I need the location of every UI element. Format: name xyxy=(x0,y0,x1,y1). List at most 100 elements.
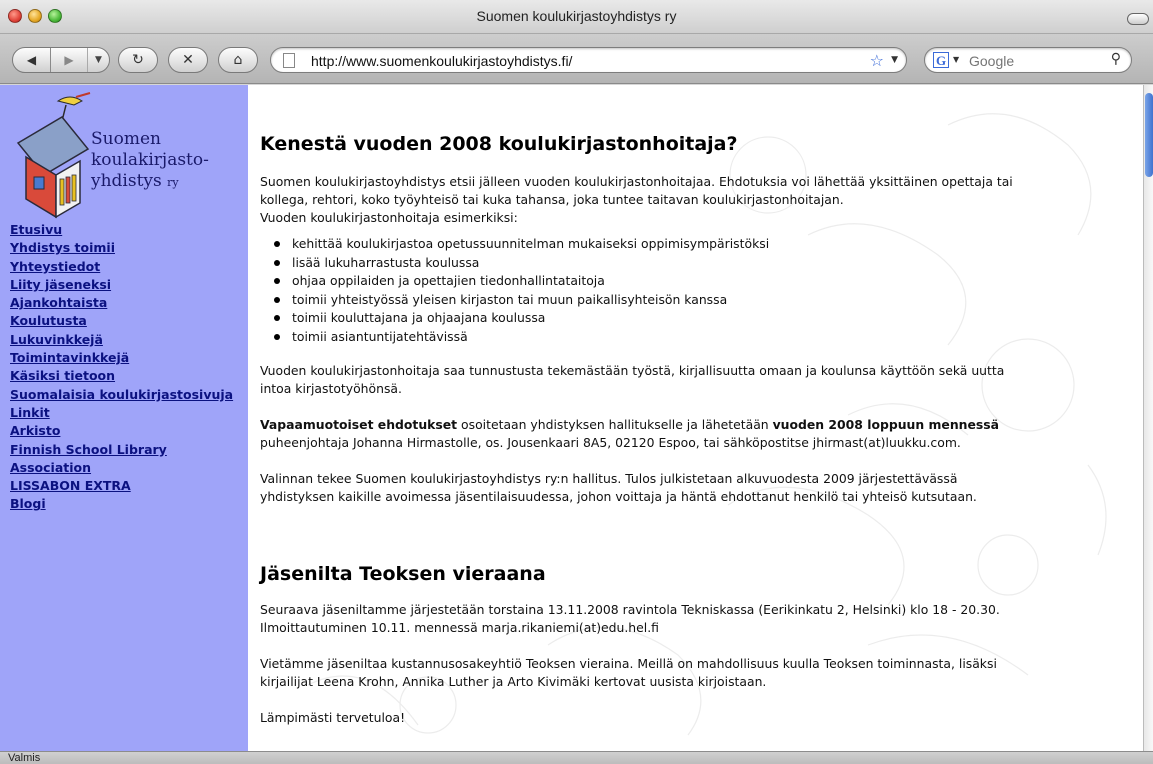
article-jasenilta: Jäsenilta Teoksen vieraana Seuraava jäse… xyxy=(260,563,1130,727)
nav-item: Suomalaisia koulukirjastosivuja xyxy=(10,384,233,402)
paragraph-submissions-line-2: puheenjohtaja Johanna Hirmastolle, os. J… xyxy=(260,435,961,450)
article-heading: Jäsenilta Teoksen vieraana xyxy=(260,563,546,585)
list-item: ohjaa oppilaiden ja opettajien tiedonhal… xyxy=(274,272,1130,291)
forward-arrow-icon: ▶ xyxy=(64,53,74,67)
nav-link-liity-jaseneksi[interactable]: Liity jäseneksi xyxy=(10,277,111,292)
nav-link-kasiksi-tietoon[interactable]: Käsiksi tietoon xyxy=(10,368,115,383)
list-item: toimii kouluttajana ja ohjaajana kouluss… xyxy=(274,309,1130,328)
article-heading: Kenestä vuoden 2008 koulukirjastonhoitaj… xyxy=(260,133,738,155)
nav-link-lukuvinkkeja[interactable]: Lukuvinkkejä xyxy=(10,332,103,347)
nav-item: Arkisto xyxy=(10,420,233,438)
reload-icon: ↻ xyxy=(132,52,144,68)
nav-link-yhdistys-toimii[interactable]: Yhdistys toimii xyxy=(10,240,115,255)
bookmark-star-icon[interactable]: ☆ xyxy=(870,51,884,70)
logo-line-1: Suomen xyxy=(91,129,161,149)
logo-line-3: yhdistys ry xyxy=(91,171,209,193)
nav-item: Linkit xyxy=(10,402,233,420)
window-title: Suomen koulukirjastoyhdistys ry xyxy=(476,8,677,24)
status-bar: Valmis xyxy=(0,751,1153,764)
status-text: Valmis xyxy=(8,752,41,764)
forward-button[interactable]: ▶ xyxy=(51,48,87,72)
main-content: Kenestä vuoden 2008 koulukirjastonhoitaj… xyxy=(248,85,1143,751)
bold-text: vuoden 2008 loppuun mennessä xyxy=(772,417,999,432)
logo-line-3-text: yhdistys xyxy=(91,171,162,191)
history-dropdown-button[interactable]: ▼ xyxy=(87,48,109,72)
paragraph-recognition-line-2: intoa kirjastotyöhönsä. xyxy=(260,381,402,396)
list-item: toimii yhteistyössä yleisen kirjaston ta… xyxy=(274,291,1130,310)
paragraph-event-line-1: Seuraava jäseniltamme järjestetään torst… xyxy=(260,602,1000,617)
browser-toolbar: ◀ ▶ ▼ ↻ ✕ ⌂ ☆ ▼ G ▼ ⚲ xyxy=(0,34,1153,84)
search-bar: G ▼ ⚲ xyxy=(924,47,1132,73)
home-icon: ⌂ xyxy=(233,52,243,68)
nav-link-koulutusta[interactable]: Koulutusta xyxy=(10,313,87,328)
article-intro-line-2: kollega, rehtori, koko työyhteisö tai ku… xyxy=(260,192,844,207)
paragraph-guests-line-2: kirjailijat Leena Krohn, Annika Luther j… xyxy=(260,674,767,689)
nav-item: Blogi xyxy=(10,493,233,511)
article-koulukirjastonhoitaja: Kenestä vuoden 2008 koulukirjastonhoitaj… xyxy=(260,133,1130,506)
bold-text: Vapaamuotoiset ehdotukset xyxy=(260,417,458,432)
paragraph-recognition-line-1: Vuoden koulukirjastonhoitaja saa tunnust… xyxy=(260,363,1005,378)
back-forward-group: ◀ ▶ ▼ xyxy=(12,47,110,73)
list-item: toimii asiantuntijatehtävissä xyxy=(274,328,1130,347)
nav-item: Yhteystiedot xyxy=(10,256,233,274)
home-button[interactable]: ⌂ xyxy=(218,47,258,73)
nav-item: Yhdistys toimii xyxy=(10,237,233,255)
nav-link-linkit[interactable]: Linkit xyxy=(10,405,50,420)
search-engine-dropdown-icon[interactable]: ▼ xyxy=(953,55,959,64)
nav-item: Lukuvinkkejä xyxy=(10,329,233,347)
paragraph-welcome: Lämpimästi tervetuloa! xyxy=(260,710,406,725)
list-item: lisää lukuharrastusta koulussa xyxy=(274,254,1130,273)
nav-link-arkisto[interactable]: Arkisto xyxy=(10,423,60,438)
nav-link-association[interactable]: Association xyxy=(10,460,91,475)
nav-link-yhteystiedot[interactable]: Yhteystiedot xyxy=(10,259,100,274)
paragraph-event-line-2: Ilmoittautuminen 10.11. mennessä marja.r… xyxy=(260,620,659,635)
scrollbar-thumb[interactable] xyxy=(1145,93,1153,177)
site-logo[interactable]: Suomen koulakirjasto- yhdistys ry xyxy=(10,91,240,219)
search-icon[interactable]: ⚲ xyxy=(1111,51,1121,67)
sidebar-nav: Etusivu Yhdistys toimii Yhteystiedot Lii… xyxy=(10,219,233,512)
paragraph-selection-line-2: yhdistyksen kaikille avoimessa jäsentila… xyxy=(260,489,977,504)
nav-item: Etusivu xyxy=(10,219,233,237)
nav-item: Finnish School Library xyxy=(10,439,233,457)
window-titlebar: Suomen koulukirjastoyhdistys ry xyxy=(0,0,1153,34)
stop-button[interactable]: ✕ xyxy=(168,47,208,73)
nav-link-suomalaisia-koulukirjastosivuja[interactable]: Suomalaisia koulukirjastosivuja xyxy=(10,387,233,402)
nav-item: LISSABON EXTRA xyxy=(10,475,233,493)
nav-link-lissabon-extra[interactable]: LISSABON EXTRA xyxy=(10,478,131,493)
search-input[interactable] xyxy=(969,51,1099,70)
url-dropdown-icon[interactable]: ▼ xyxy=(891,55,898,65)
nav-link-ajankohtaista[interactable]: Ajankohtaista xyxy=(10,295,107,310)
back-arrow-icon: ◀ xyxy=(26,53,37,67)
logo-line-2: koulakirjasto- xyxy=(91,150,209,170)
list-item: kehittää koulukirjastoa opetussuunnitelm… xyxy=(274,235,1130,254)
paragraph-submissions-line-1: Vapaamuotoiset ehdotukset osoitetaan yhd… xyxy=(260,416,1130,434)
vertical-scrollbar[interactable] xyxy=(1143,85,1153,751)
criteria-list: kehittää koulukirjastoa opetussuunnitelm… xyxy=(274,235,1130,346)
page-icon xyxy=(283,53,295,68)
nav-item: Ajankohtaista xyxy=(10,292,233,310)
nav-item: Liity jäseneksi xyxy=(10,274,233,292)
paragraph-selection-line-1: Valinnan tekee Suomen koulukirjastoyhdis… xyxy=(260,471,958,486)
back-button[interactable]: ◀ xyxy=(13,48,51,72)
address-bar: ☆ ▼ xyxy=(270,47,907,73)
url-input[interactable] xyxy=(311,51,851,70)
article-intro-line-1: Suomen koulukirjastoyhdistys etsii jälle… xyxy=(260,174,1013,189)
stop-icon: ✕ xyxy=(182,52,194,68)
nav-link-etusivu[interactable]: Etusivu xyxy=(10,222,62,237)
article-intro-line-3: Vuoden koulukirjastonhoitaja esimerkiksi… xyxy=(260,210,518,225)
sidebar: Suomen koulakirjasto- yhdistys ry Etusiv… xyxy=(0,85,248,751)
logo-suffix: ry xyxy=(167,176,179,189)
nav-link-toimintavinkkeja[interactable]: Toimintavinkkejä xyxy=(10,350,129,365)
paragraph-text: osoitetaan yhdistyksen hallitukselle ja … xyxy=(457,417,773,432)
chevron-down-icon: ▼ xyxy=(95,55,102,65)
nav-item: Käsiksi tietoon xyxy=(10,365,233,383)
nav-item: Koulutusta xyxy=(10,310,233,328)
nav-item: Association xyxy=(10,457,233,475)
nav-link-blogi[interactable]: Blogi xyxy=(10,496,46,511)
toolbar-toggle-button[interactable] xyxy=(1127,13,1149,25)
nav-link-finnish-school-library[interactable]: Finnish School Library xyxy=(10,442,167,457)
reload-button[interactable]: ↻ xyxy=(118,47,158,73)
logo-text: Suomen koulakirjasto- yhdistys ry xyxy=(91,129,209,193)
nav-item: Toimintavinkkejä xyxy=(10,347,233,365)
google-icon[interactable]: G xyxy=(933,52,949,68)
